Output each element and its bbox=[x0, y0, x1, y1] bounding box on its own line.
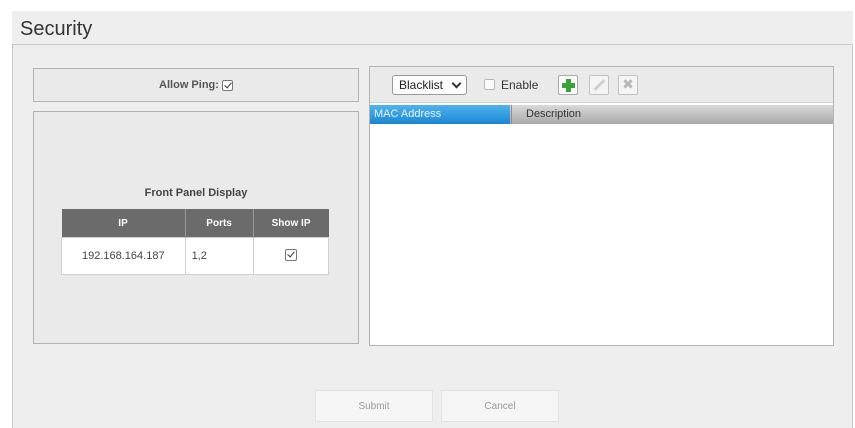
enable-checkbox[interactable] bbox=[484, 79, 495, 90]
front-panel-table: IP Ports Show IP 192.168.164.187 1,2 bbox=[61, 209, 330, 275]
column-header-ip: IP bbox=[61, 209, 186, 238]
delete-button[interactable]: ✖ bbox=[618, 75, 638, 95]
front-panel-display-panel: Front Panel Display IP Ports Show IP 192… bbox=[33, 111, 359, 344]
ports-cell: 1,2 bbox=[184, 237, 254, 275]
enable-label: Enable bbox=[501, 78, 539, 92]
table-row: 192.168.164.187 1,2 bbox=[61, 237, 330, 275]
filter-mode-select[interactable]: Blacklist bbox=[392, 75, 467, 95]
chevron-down-icon bbox=[451, 78, 462, 89]
pencil-icon bbox=[593, 78, 606, 92]
show-ip-checkbox[interactable] bbox=[284, 248, 297, 261]
allow-ping-panel: Allow Ping: bbox=[33, 68, 359, 102]
allow-ping-label: Allow Ping: bbox=[159, 79, 219, 91]
page-title: Security bbox=[12, 11, 853, 45]
table-header-row: IP Ports Show IP bbox=[61, 209, 329, 238]
front-panel-title: Front Panel Display bbox=[144, 187, 248, 199]
allow-ping-checkbox[interactable] bbox=[221, 79, 233, 91]
filter-mode-value: Blacklist bbox=[399, 78, 444, 92]
mac-filter-panel: Blacklist Enable ✖ MAC Address Descripti… bbox=[369, 66, 834, 346]
column-header-show-ip: Show IP bbox=[253, 209, 329, 238]
column-header-ports: Ports bbox=[185, 209, 254, 238]
column-header-description[interactable]: Description bbox=[511, 105, 691, 124]
column-header-mac-address[interactable]: MAC Address bbox=[370, 105, 510, 124]
cancel-button[interactable]: Cancel bbox=[441, 390, 559, 422]
delete-icon: ✖ bbox=[622, 77, 634, 93]
ip-cell: 192.168.164.187 bbox=[61, 237, 186, 275]
add-button[interactable] bbox=[558, 75, 578, 95]
edit-button[interactable] bbox=[589, 75, 609, 95]
show-ip-cell bbox=[252, 237, 330, 275]
allow-ping-row: Allow Ping: bbox=[34, 69, 358, 101]
submit-button[interactable]: Submit bbox=[315, 390, 433, 422]
mac-table-header: MAC Address Description bbox=[370, 105, 833, 124]
mac-filter-toolbar: Blacklist Enable ✖ bbox=[370, 67, 833, 103]
